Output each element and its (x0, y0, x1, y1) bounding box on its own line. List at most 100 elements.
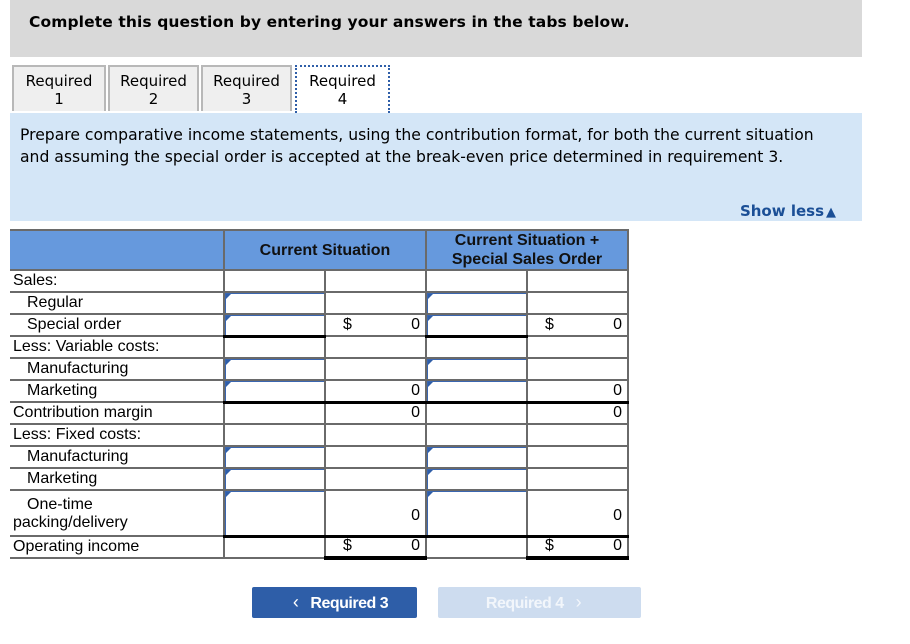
ss-special-order-input[interactable] (425, 313, 528, 338)
cs-fixed-marketing-input[interactable] (223, 467, 326, 491)
tab-required-1[interactable]: Required 1 (12, 65, 106, 111)
cs-total-cell (324, 335, 427, 359)
header-blank (10, 229, 225, 271)
tab-required-2[interactable]: Required 2 (108, 65, 199, 111)
cs-total-cell (324, 423, 427, 447)
value: 0 (411, 316, 420, 333)
ss-regular-sales-input[interactable] (425, 291, 528, 315)
next-required-4-button: Required 4 › (438, 587, 641, 618)
row-label: Manufacturing (10, 357, 225, 381)
tab-number: 4 (337, 90, 348, 108)
ss-total-cell (526, 269, 629, 293)
cs-input-cell (223, 335, 326, 359)
cs-packing-delivery-input[interactable] (223, 489, 326, 538)
ss-variable-costs-total: 0 (526, 379, 629, 404)
ss-packing-delivery-input[interactable] (425, 489, 528, 538)
tab-required-3[interactable]: Required 3 (201, 65, 292, 111)
chevron-right-icon: › (575, 592, 582, 612)
ss-input-cell (425, 535, 528, 559)
ss-input-cell (425, 401, 528, 425)
table-row: Contribution margin 0 0 (10, 401, 629, 425)
header-special-order-text: Current Situation + Special Sales Order (451, 232, 603, 268)
value: 0 (411, 381, 420, 399)
value: 0 (411, 537, 420, 554)
cs-input-cell (223, 535, 326, 559)
row-label: Sales: (10, 269, 225, 293)
tab-number: 2 (148, 90, 159, 108)
ss-total-cell (526, 357, 629, 381)
cs-total-cell (324, 467, 427, 491)
row-label-line2: packing/delivery (13, 514, 128, 531)
instruction-text: Complete this question by entering your … (29, 13, 630, 31)
cs-variable-manufacturing-input[interactable] (223, 357, 326, 381)
row-label: Marketing (10, 467, 225, 491)
table-row: Sales: (10, 269, 629, 293)
table-row: Manufacturing (10, 357, 629, 381)
ss-total-cell (526, 445, 629, 469)
cs-input-cell (223, 401, 326, 425)
chevron-left-icon: ‹ (292, 592, 299, 612)
table-row: Operating income $0 $0 (10, 535, 629, 560)
cs-contribution-margin: 0 (324, 401, 427, 425)
ss-fixed-costs-total: 0 (526, 489, 629, 538)
prompt-text: Prepare comparative income statements, u… (20, 126, 814, 166)
tab-label: Required (213, 72, 280, 90)
tab-label: Required (309, 72, 376, 90)
tab-required-4[interactable]: Required 4 (295, 65, 390, 113)
cs-input-cell (223, 269, 326, 293)
previous-required-3-button[interactable]: ‹ Required 3 (252, 587, 417, 618)
cs-regular-sales-input[interactable] (223, 291, 326, 315)
tab-number: 1 (54, 90, 64, 108)
row-label: Regular (10, 291, 225, 315)
cs-total-cell (324, 291, 427, 315)
cs-variable-costs-total: 0 (324, 379, 427, 404)
dollar-sign: $ (545, 537, 554, 554)
table-row: One-time packing/delivery 0 0 (10, 489, 629, 538)
dollar-sign: $ (545, 316, 554, 333)
cs-input-cell (223, 423, 326, 447)
ss-total-cell (526, 291, 629, 315)
table-row: Regular (10, 291, 629, 315)
cs-fixed-costs-total: 0 (324, 489, 427, 538)
cs-sales-total: $0 (324, 313, 427, 337)
ss-fixed-marketing-input[interactable] (425, 467, 528, 491)
instruction-bar: Complete this question by entering your … (10, 0, 862, 57)
prev-button-label: Required 3 (310, 595, 389, 612)
table-row: Marketing 0 0 (10, 379, 629, 404)
ss-contribution-margin: 0 (526, 401, 629, 425)
cs-total-cell (324, 357, 427, 381)
cs-variable-marketing-input[interactable] (223, 379, 326, 404)
ss-operating-income: $0 (526, 535, 629, 560)
show-less-label: Show less (739, 202, 824, 220)
table-row: Special order $0 $0 (10, 313, 629, 338)
table-row: Marketing (10, 467, 629, 491)
next-button-label: Required 4 (485, 595, 564, 612)
row-label: Manufacturing (10, 445, 225, 469)
ss-total-cell (526, 335, 629, 359)
cs-operating-income: $0 (324, 535, 427, 560)
cs-special-order-input[interactable] (223, 313, 326, 338)
header-special-order: Current Situation + Special Sales Order (425, 229, 629, 271)
row-label: Special order (10, 313, 225, 337)
tab-label: Required (25, 72, 93, 90)
ss-total-cell (526, 423, 629, 447)
cs-fixed-manufacturing-input[interactable] (223, 445, 326, 469)
ss-variable-manufacturing-input[interactable] (425, 357, 528, 381)
show-less-link[interactable]: Show less ▲ (740, 202, 836, 220)
ss-variable-marketing-input[interactable] (425, 379, 528, 404)
ss-fixed-manufacturing-input[interactable] (425, 445, 528, 469)
requirement-tabs: Required 1 Required 2 Required 3 Require… (10, 65, 862, 115)
value: 0 (613, 316, 622, 333)
row-label: One-time packing/delivery (10, 489, 225, 537)
row-label-line1: One-time (27, 496, 93, 513)
row-label: Contribution margin (10, 401, 225, 425)
dollar-sign: $ (343, 537, 352, 554)
ss-total-cell (526, 467, 629, 491)
tab-label: Required (120, 72, 187, 90)
ss-sales-total: $0 (526, 313, 629, 337)
value: 0 (613, 381, 622, 399)
value: 0 (411, 506, 420, 524)
value: 0 (613, 537, 622, 554)
cs-total-cell (324, 269, 427, 293)
ss-input-cell (425, 423, 528, 447)
